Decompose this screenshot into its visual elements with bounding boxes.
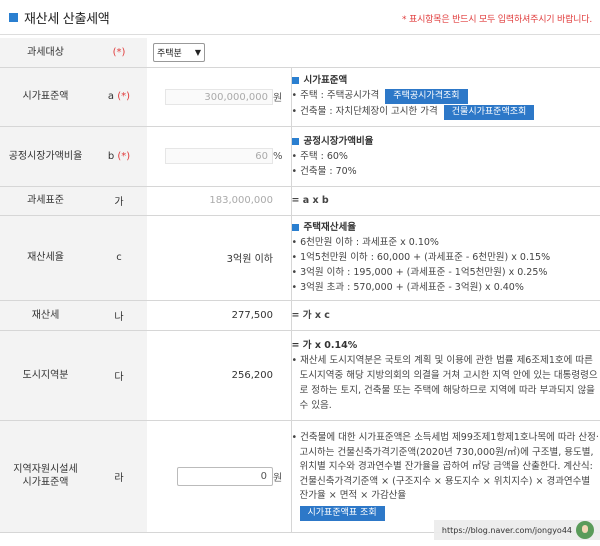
desc-tax-rate: 주택재산세율 • 6천만원 이하 : 과세표준 x 0.10% • 1억5천만원… xyxy=(290,215,600,301)
tax-base-value: 183,000,000 xyxy=(209,195,273,206)
row-tax-rate: 재산세율 c 3억원 이하 주택재산세율 • 6천만원 이하 : 과세표준 x … xyxy=(0,215,600,301)
target-select[interactable]: 주택분 ▼ xyxy=(153,42,205,62)
official-price-input[interactable]: 300,000,000 xyxy=(165,88,273,105)
unit-won: 원 xyxy=(273,67,291,127)
row-tax-base: 과세표준 가 183,000,000 = a x b xyxy=(0,186,600,216)
label-official-price: 시가표준액 xyxy=(0,67,91,127)
label-facility-tax: 지역자원시설세 시가표준액 xyxy=(0,420,91,533)
bullet-square-icon xyxy=(291,137,299,145)
row-facility-tax: 지역자원시설세 시가표준액 라 0 원 • 건축물에 대한 시가표준액은 소득세… xyxy=(0,420,600,533)
facility-price-input[interactable]: 0 xyxy=(177,466,273,486)
building-price-lookup-button[interactable]: 건물시가표준액조회 xyxy=(443,105,535,120)
required-notice: * 표시항목은 반드시 모두 입력하셔주시기 바랍니다. xyxy=(402,15,592,25)
title-square-icon xyxy=(9,12,18,22)
unit-won: 원 xyxy=(273,420,291,533)
formula-tax-base: = a x b xyxy=(290,186,600,216)
row-target: 과세대상 (*) 주택분 ▼ xyxy=(0,38,600,68)
page-title: 재산세 산출세액 xyxy=(24,11,110,27)
label-tax-base: 과세표준 xyxy=(0,186,91,216)
avatar xyxy=(576,521,594,539)
label-fair-ratio: 공정시장가액비율 xyxy=(0,126,91,187)
price-table-lookup-button[interactable]: 시가표준액표 조회 xyxy=(299,505,385,521)
label-tax-rate: 재산세율 xyxy=(0,215,91,301)
tax-form-table: 과세대상 (*) 주택분 ▼ 시가표준액 a (*) 300,000,000 원… xyxy=(0,38,600,533)
urban-tax-value: 256,200 xyxy=(147,330,273,421)
row-urban-tax: 도시지역분 다 256,200 = 가 x 0.14% • 재산세 도시지역분은… xyxy=(0,330,600,421)
row-official-price: 시가표준액 a (*) 300,000,000 원 시가표준액 • 주택 : 주… xyxy=(0,67,600,127)
fair-ratio-input[interactable]: 60 xyxy=(165,148,273,164)
desc-urban-tax: = 가 x 0.14% • 재산세 도시지역분은 국토의 계획 및 이용에 관한… xyxy=(290,330,600,421)
property-tax-value: 277,500 xyxy=(147,300,273,331)
blog-watermark: https://blog.naver.com/jongyo44 xyxy=(433,520,600,540)
formula-property-tax: = 가 x c xyxy=(290,300,600,331)
label-urban-tax: 도시지역분 xyxy=(0,330,91,421)
tax-rate-value: 3억원 이하 xyxy=(147,215,273,301)
bullet-square-icon xyxy=(291,77,299,84)
desc-facility-tax: • 건축물에 대한 시가표준액은 소득세법 제99조제1항제1호나목에 따라 산… xyxy=(290,420,600,533)
formula-urban-tax: = 가 x 0.14% xyxy=(291,339,358,351)
chevron-down-icon: ▼ xyxy=(194,47,201,57)
desc-official-price: 시가표준액 • 주택 : 주택공시가격 주택공시가격조회 • 건축물 : 자치단체… xyxy=(290,67,600,127)
unit-percent: % xyxy=(273,126,291,187)
row-fair-ratio: 공정시장가액비율 b (*) 60 % 공정시장가액비율 • 주택 : 60% … xyxy=(0,126,600,187)
label-property-tax: 재산세 xyxy=(0,300,91,331)
required-marker: (*) xyxy=(112,46,126,58)
row-property-tax: 재산세 나 277,500 = 가 x c xyxy=(0,300,600,331)
section-header: 재산세 산출세액 * 표시항목은 반드시 모두 입력하셔주시기 바랍니다. xyxy=(0,0,600,35)
house-price-lookup-button[interactable]: 주택공시가격조회 xyxy=(385,89,468,104)
bullet-square-icon xyxy=(291,224,299,231)
label-target: 과세대상 xyxy=(0,38,91,68)
desc-fair-ratio: 공정시장가액비율 • 주택 : 60% • 건축물 : 70% xyxy=(290,126,600,187)
